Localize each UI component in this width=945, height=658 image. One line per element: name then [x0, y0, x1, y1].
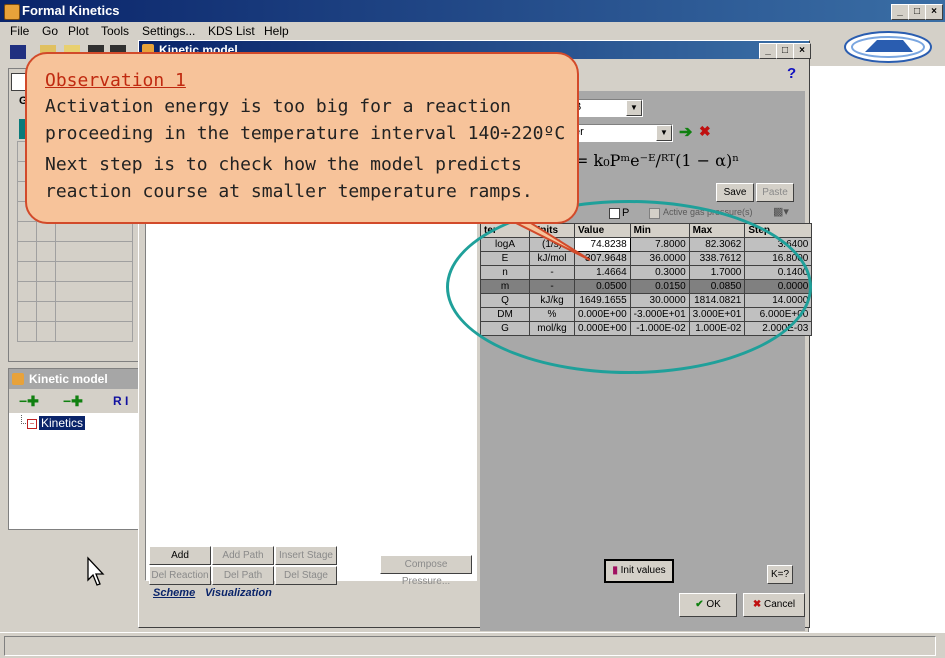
init-values-icon: ▮	[612, 565, 618, 576]
tree-tool-letters[interactable]: R I	[113, 394, 128, 408]
callout-title: Observation 1	[45, 70, 186, 91]
copy-icon[interactable]: ▩▾	[773, 205, 789, 218]
callout-line-2: proceeding in the temperature interval 1…	[45, 123, 566, 144]
close-button[interactable]: ×	[925, 4, 943, 20]
init-values-label: Init values	[620, 565, 666, 576]
minimize-button[interactable]: _	[891, 4, 909, 20]
right-empty-pane	[808, 66, 945, 632]
callout-line-4: reaction course at smaller temperature r…	[45, 181, 533, 202]
k-button[interactable]: K=?	[767, 565, 793, 584]
menu-kds-list[interactable]: KDS List	[208, 24, 255, 38]
chevron-down-icon: ▼	[656, 125, 672, 141]
app-titlebar: Formal Kinetics _ □ ×	[0, 0, 945, 22]
combo-model[interactable]: B ▼	[569, 99, 643, 117]
menu-go[interactable]: Go	[42, 24, 58, 38]
dialog-minimize-button[interactable]: _	[759, 43, 777, 59]
help-icon[interactable]: ?	[787, 65, 796, 82]
scheme-canvas[interactable]	[145, 163, 477, 581]
init-values-button[interactable]: ▮ Init values	[604, 559, 674, 583]
cancel-label: Cancel	[764, 599, 796, 610]
check-icon: ✔	[695, 599, 704, 610]
del-stage-button[interactable]: Del Stage	[275, 566, 337, 585]
kinetic-model-title: Kinetic model	[29, 372, 108, 386]
menu-settings[interactable]: Settings...	[142, 24, 195, 38]
insert-stage-button[interactable]: Insert Stage	[275, 546, 337, 565]
app-icon	[4, 4, 20, 20]
ok-button[interactable]: ✔ OK	[679, 593, 737, 617]
menu-help[interactable]: Help	[264, 24, 289, 38]
menu-file[interactable]: File	[10, 24, 29, 38]
paste-button[interactable]: Paste	[756, 183, 794, 202]
x-icon: ✖	[752, 599, 762, 610]
add-path-button[interactable]: Add Path	[212, 546, 274, 565]
callout-line-3: Next step is to check how the model pred…	[45, 154, 522, 175]
dialog-close-button[interactable]: ×	[793, 43, 811, 59]
mouse-cursor-icon	[87, 556, 105, 586]
del-reaction-button[interactable]: Del Reaction	[149, 566, 211, 585]
tree-item-kinetics[interactable]: Kinetics	[39, 416, 86, 430]
del-path-button[interactable]: Del Path	[212, 566, 274, 585]
apply-arrow-icon[interactable]: ➔	[679, 122, 692, 142]
cancel-button[interactable]: ✖ Cancel	[743, 593, 805, 617]
menu-tools[interactable]: Tools	[101, 24, 129, 38]
grid-view-icon[interactable]	[10, 45, 26, 59]
cisp-logo	[844, 31, 932, 63]
dialog-maximize-button[interactable]: □	[776, 43, 794, 59]
scheme-tabs: Scheme Visualization	[145, 587, 345, 603]
add-reaction-button[interactable]: Add Reaction	[149, 546, 211, 578]
collapse-icon[interactable]: −✚	[19, 393, 39, 410]
kinetic-model-toolbar: −✚ −✚ R I	[9, 389, 139, 413]
kinetic-model-panel: Kinetic model −✚ −✚ R I − Kinetics	[8, 368, 140, 530]
statusbar	[0, 632, 945, 658]
callout-line-1: Activation energy is too big for a react…	[45, 96, 511, 117]
app-title: Formal Kinetics	[22, 3, 120, 18]
observation-callout: Observation 1 Activation energy is too b…	[25, 52, 579, 224]
remove-icon[interactable]: ✖	[699, 123, 711, 140]
maximize-button[interactable]: □	[908, 4, 926, 20]
ok-label: OK	[706, 599, 721, 610]
kinetic-model-icon	[12, 373, 24, 385]
compose-pressure-button[interactable]: Compose Pressure...	[380, 555, 472, 587]
chevron-down-icon: ▼	[626, 100, 642, 116]
tree-node-icon: −	[27, 419, 37, 429]
save-button[interactable]: Save	[716, 183, 754, 202]
tab-visualization[interactable]: Visualization	[205, 587, 272, 599]
statusbar-field	[4, 636, 936, 656]
combo-type[interactable]: er ▼	[569, 124, 673, 142]
tab-scheme[interactable]: Scheme	[153, 587, 195, 599]
expand-icon[interactable]: −✚	[63, 393, 83, 410]
kinetic-model-header: Kinetic model	[9, 369, 139, 389]
menubar: File Go Plot Tools Settings... KDS List …	[0, 22, 945, 40]
menu-plot[interactable]: Plot	[68, 24, 89, 38]
